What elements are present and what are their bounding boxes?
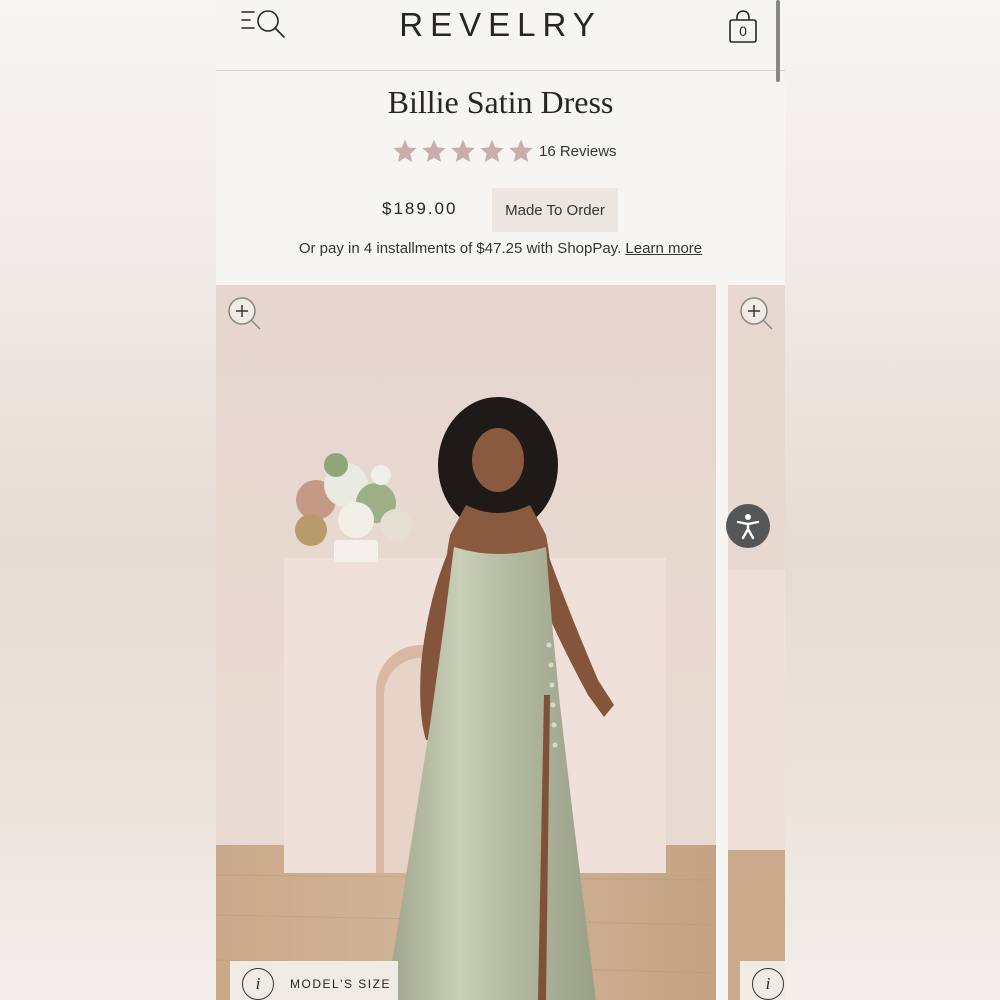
zoom-in-icon[interactable] bbox=[738, 295, 774, 331]
star-icon bbox=[422, 139, 446, 163]
accessibility-button[interactable] bbox=[726, 504, 770, 548]
model-size-button[interactable]: i MODEL'S SIZE bbox=[230, 961, 398, 1000]
installments-text: Or pay in 4 installments of $47.25 with … bbox=[298, 240, 622, 257]
product-title: Billie Satin Dress bbox=[387, 84, 614, 120]
reviews-link[interactable]: 16 Reviews bbox=[539, 143, 617, 160]
model-size-button-next[interactable]: i bbox=[740, 961, 785, 1000]
accessibility-icon bbox=[736, 514, 760, 540]
brand-logo[interactable]: REVELRY bbox=[216, 6, 785, 44]
star-icon bbox=[451, 139, 475, 163]
model-size-label: MODEL'S SIZE bbox=[290, 976, 391, 991]
star-icon bbox=[509, 139, 533, 163]
mobile-viewport: REVELRY 0 Billie Satin Dress 16 Reviews … bbox=[216, 0, 785, 1000]
cart-button[interactable]: 0 bbox=[728, 10, 760, 44]
product-rating[interactable]: 16 Reviews bbox=[392, 138, 617, 164]
installments-info: Or pay in 4 installments of $47.25 with … bbox=[216, 240, 785, 257]
site-header: REVELRY 0 bbox=[216, 0, 785, 82]
product-image-next[interactable]: i bbox=[728, 285, 785, 1000]
made-to-order-badge: Made To Order bbox=[492, 188, 618, 232]
zoom-in-icon[interactable] bbox=[226, 295, 262, 331]
learn-more-link[interactable]: Learn more bbox=[625, 240, 702, 257]
scrollbar[interactable] bbox=[776, 0, 780, 82]
cart-count: 0 bbox=[739, 23, 747, 39]
info-icon: i bbox=[242, 967, 274, 1000]
product-price: $189.00 bbox=[382, 199, 458, 218]
product-photo bbox=[216, 285, 716, 1000]
info-icon: i bbox=[752, 967, 784, 1000]
product-photo-next bbox=[728, 285, 785, 1000]
star-icon bbox=[480, 139, 504, 163]
star-icon bbox=[393, 139, 417, 163]
product-image-main[interactable]: i MODEL'S SIZE bbox=[216, 285, 716, 1000]
